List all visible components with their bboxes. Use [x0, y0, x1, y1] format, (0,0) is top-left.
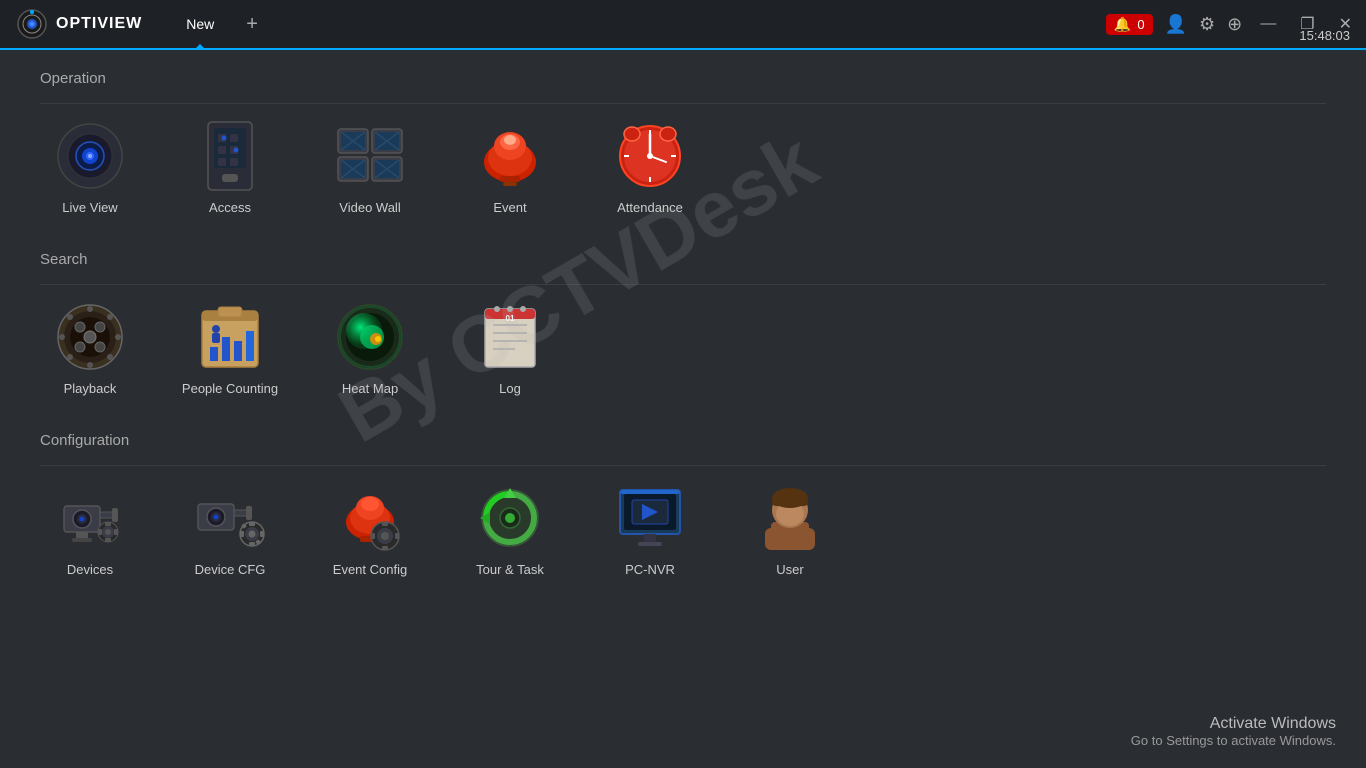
log-icon: 01 — [474, 301, 546, 373]
menu-item-playback[interactable]: Playback — [40, 301, 140, 396]
section-configuration-title: Configuration — [40, 432, 1326, 449]
menu-item-access[interactable]: Access — [180, 120, 280, 215]
section-operation: Operation Live View — [40, 70, 1326, 231]
menu-item-heat-map[interactable]: Heat Map — [320, 301, 420, 396]
tab-area: New + — [166, 10, 266, 38]
user-label: User — [776, 562, 803, 577]
section-search: Search — [40, 251, 1326, 412]
menu-item-attendance[interactable]: Attendance — [600, 120, 700, 215]
logo-area: OPTIVIEW — [0, 8, 158, 40]
event-icon — [474, 120, 546, 192]
svg-text:01: 01 — [506, 314, 515, 323]
pc-nvr-label: PC-NVR — [625, 562, 675, 577]
access-label: Access — [209, 200, 251, 215]
section-search-sep — [40, 284, 1326, 285]
menu-item-event[interactable]: Event — [460, 120, 560, 215]
event-config-icon — [334, 482, 406, 554]
app-name: OPTIVIEW — [56, 15, 142, 33]
menu-item-people-counting[interactable]: People Counting — [180, 301, 280, 396]
section-config-sep — [40, 465, 1326, 466]
people-counting-icon — [194, 301, 266, 373]
devices-icon — [54, 482, 126, 554]
playback-icon — [54, 301, 126, 373]
configuration-items: Devices — [40, 482, 1326, 593]
device-cfg-label: Device CFG — [195, 562, 266, 577]
user-config-icon — [754, 482, 826, 554]
section-search-title: Search — [40, 251, 1326, 268]
menu-item-tour-task[interactable]: Tour & Task — [460, 482, 560, 577]
alert-count: 0 — [1137, 17, 1144, 32]
event-config-label: Event Config — [333, 562, 407, 577]
live-view-label: Live View — [62, 200, 117, 215]
pc-nvr-icon — [614, 482, 686, 554]
tour-task-icon — [474, 482, 546, 554]
device-cfg-icon — [194, 482, 266, 554]
menu-item-event-config[interactable]: Event Config — [320, 482, 420, 577]
section-operation-title: Operation — [40, 70, 1326, 87]
video-wall-label: Video Wall — [339, 200, 400, 215]
main-content: Operation Live View — [0, 50, 1366, 768]
time-display: 15:48:03 — [1299, 28, 1350, 43]
log-label: Log — [499, 381, 521, 396]
minimize-button[interactable]: — — [1254, 15, 1282, 33]
attendance-icon — [614, 120, 686, 192]
bell-icon: 🔔 — [1114, 16, 1131, 33]
playback-label: Playback — [64, 381, 117, 396]
menu-item-pc-nvr[interactable]: PC-NVR — [600, 482, 700, 577]
operation-items: Live View — [40, 120, 1326, 231]
heat-map-label: Heat Map — [342, 381, 398, 396]
devices-label: Devices — [67, 562, 113, 577]
section-sep — [40, 103, 1326, 104]
app-logo-icon — [16, 8, 48, 40]
menu-item-device-cfg[interactable]: Device CFG — [180, 482, 280, 577]
alert-badge[interactable]: 🔔 0 — [1106, 14, 1153, 35]
settings-icon[interactable]: ⚙ — [1199, 14, 1215, 35]
access-icon — [194, 120, 266, 192]
menu-item-live-view[interactable]: Live View — [40, 120, 140, 215]
network-icon[interactable]: ⊕ — [1227, 14, 1242, 35]
menu-item-devices[interactable]: Devices — [40, 482, 140, 577]
menu-item-video-wall[interactable]: Video Wall — [320, 120, 420, 215]
heat-map-icon — [334, 301, 406, 373]
video-wall-icon — [334, 120, 406, 192]
search-items: Playback — [40, 301, 1326, 412]
menu-item-user[interactable]: User — [740, 482, 840, 577]
tab-new[interactable]: New — [166, 10, 234, 38]
live-view-icon — [54, 120, 126, 192]
tab-add-button[interactable]: + — [238, 13, 266, 36]
people-counting-label: People Counting — [182, 381, 278, 396]
user-icon[interactable]: 👤 — [1165, 14, 1187, 35]
tour-task-label: Tour & Task — [476, 562, 544, 577]
titlebar: OPTIVIEW New + 🔔 0 👤 ⚙ ⊕ — ❐ ✕ 15:48:03 — [0, 0, 1366, 50]
attendance-label: Attendance — [617, 200, 683, 215]
section-configuration: Configuration — [40, 432, 1326, 593]
menu-item-log[interactable]: 01 Log — [460, 301, 560, 396]
event-label: Event — [493, 200, 526, 215]
